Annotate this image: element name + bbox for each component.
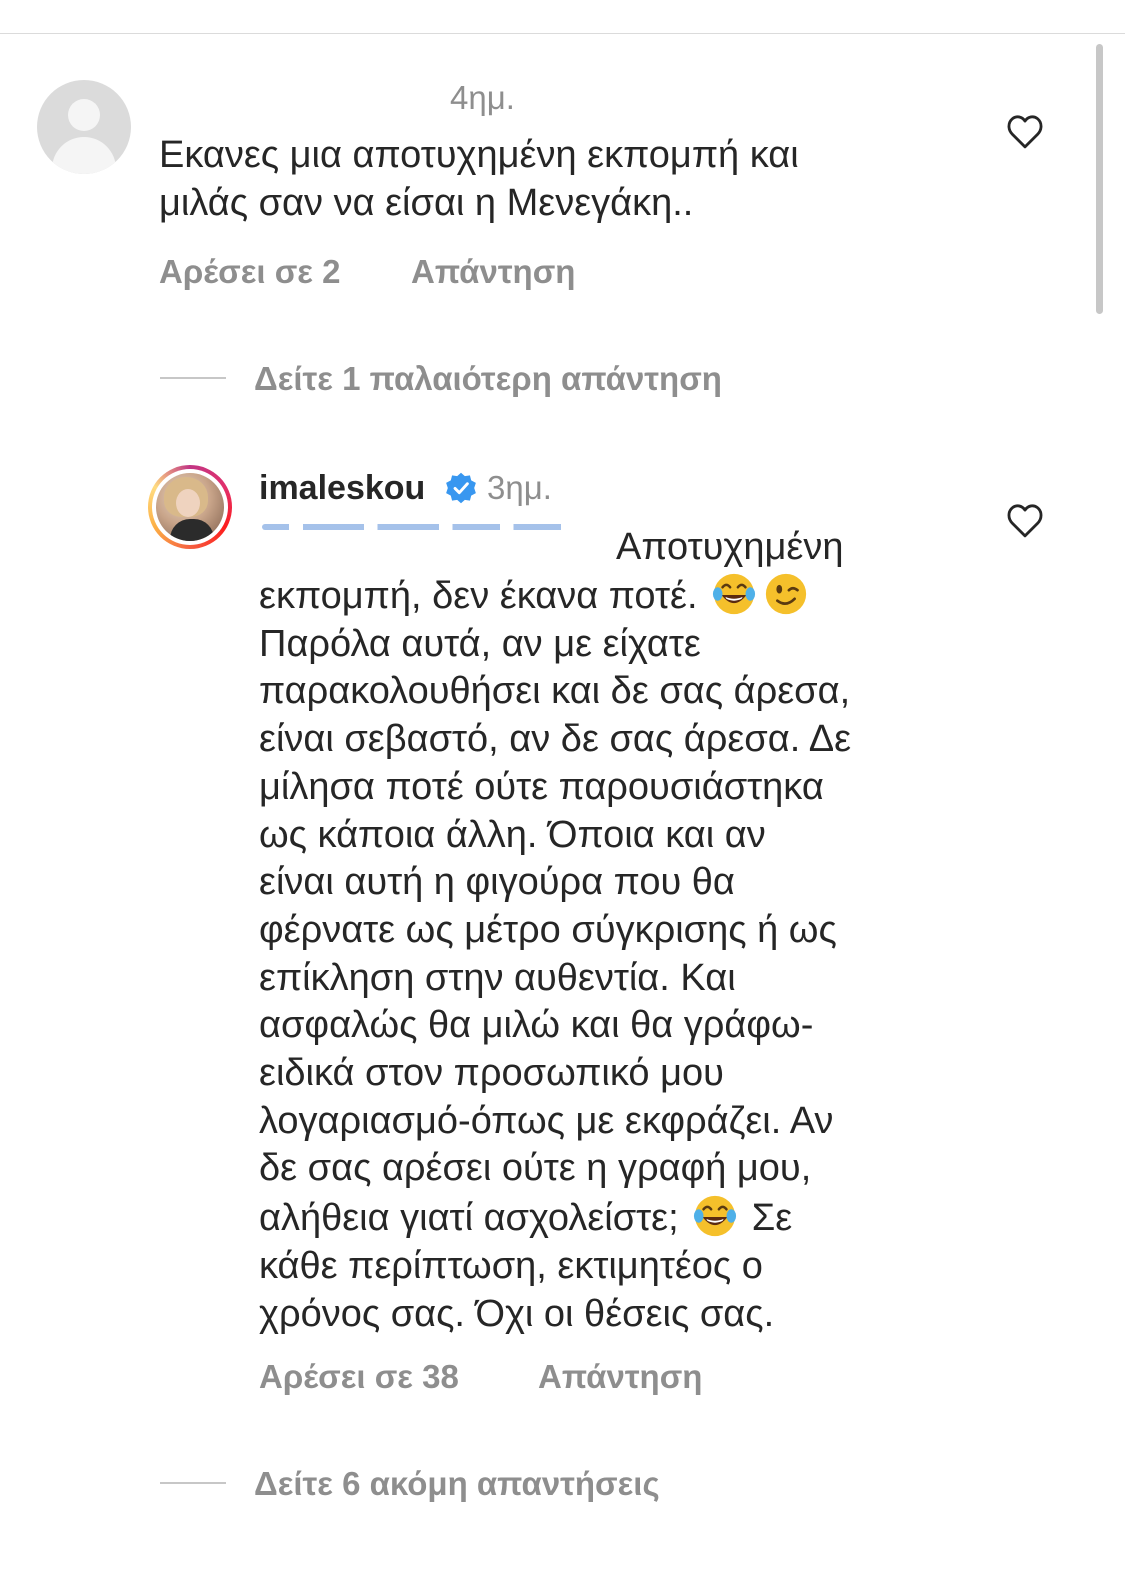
reply-button[interactable]: Απάντηση xyxy=(411,254,575,290)
likes-count-button[interactable]: Αρέσει σε 2 xyxy=(159,254,340,290)
view-older-replies-button[interactable]: Δείτε 1 παλαιότερη απάντηση xyxy=(254,361,722,397)
profile-photo xyxy=(156,473,224,541)
view-replies-divider xyxy=(160,1482,226,1484)
comment-text: Εκανες μια αποτυχημένη εκπομπή και μιλάς… xyxy=(159,134,799,224)
comment-timestamp: 4ημ. xyxy=(450,79,515,116)
comment-text: εκπομπή, δεν έκανα ποτέ. Παρόλα αυτά, αν… xyxy=(259,571,959,1338)
scrollbar[interactable] xyxy=(1096,44,1103,314)
likes-count-button[interactable]: Αρέσει σε 38 xyxy=(259,1359,459,1395)
heart-outline-icon[interactable] xyxy=(1006,114,1044,150)
username-link[interactable]: imaleskou xyxy=(259,470,425,506)
tears-of-joy-emoji-icon xyxy=(694,1196,737,1237)
tears-of-joy-emoji-icon xyxy=(713,573,756,615)
blurred-mention xyxy=(262,524,602,530)
comment-timestamp: 3ημ. xyxy=(487,469,552,506)
default-avatar-icon[interactable] xyxy=(37,80,131,174)
heart-outline-icon[interactable] xyxy=(1006,503,1044,539)
verified-badge-icon xyxy=(446,472,476,504)
winking-face-emoji-icon xyxy=(765,573,807,615)
story-avatar[interactable] xyxy=(148,465,232,549)
view-replies-divider xyxy=(160,377,226,379)
reply-button[interactable]: Απάντηση xyxy=(538,1359,702,1395)
comment-text-first-line: Αποτυχημένη xyxy=(616,526,844,568)
view-more-replies-button[interactable]: Δείτε 6 ακόμη απαντήσεις xyxy=(254,1466,660,1502)
top-divider xyxy=(0,33,1125,34)
